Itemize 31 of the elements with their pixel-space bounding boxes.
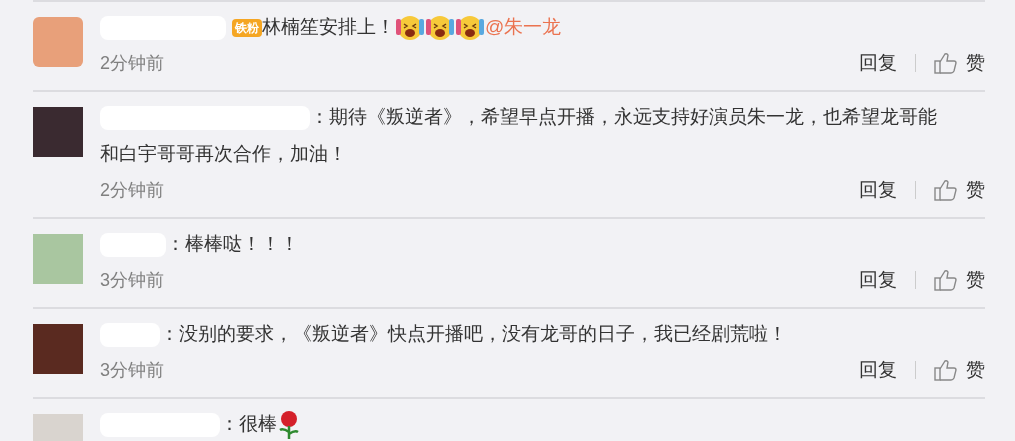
timestamp: 3分钟前 (100, 358, 164, 382)
reply-button[interactable]: 回复 (859, 48, 897, 78)
comment-text: ：没别的要求，《叛逆者》快点开播吧，没有龙哥的日子，我已经剧荒啦！ (160, 323, 787, 344)
reply-button[interactable]: 回复 (859, 355, 897, 385)
like-button[interactable]: 赞 (934, 48, 985, 78)
like-button[interactable]: 赞 (934, 265, 985, 295)
avatar-photo-placeholder[interactable] (33, 107, 83, 157)
reply-button[interactable]: 回复 (859, 265, 897, 295)
thumbs-up-icon (934, 52, 958, 74)
cartoon-avatar[interactable] (33, 17, 83, 67)
timestamp: 3分钟前 (100, 268, 164, 292)
laughing-emoji-icon (455, 13, 485, 43)
avatar-photo-placeholder[interactable] (33, 324, 83, 374)
like-button[interactable]: 赞 (934, 355, 985, 385)
like-button[interactable]: 赞 (934, 175, 985, 205)
thumbs-up-icon (934, 179, 958, 201)
timestamp: 2分钟前 (100, 51, 164, 75)
fan-badge: 铁粉 (232, 19, 262, 37)
comment-text: ：很棒 (220, 413, 277, 434)
rose-emoji-icon (277, 410, 301, 440)
laughing-emoji-icon (425, 13, 455, 43)
reply-button[interactable]: 回复 (859, 175, 897, 205)
comment-text: ：期待《叛逆者》，希望早点开播，永远支持好演员朱一龙，也希望龙哥能 (310, 106, 937, 127)
timestamp: 2分钟前 (100, 178, 164, 202)
thumbs-up-icon (934, 269, 958, 291)
comment-text: 林楠笙安排上！ (262, 16, 395, 37)
avatar-photo-placeholder[interactable] (33, 234, 83, 284)
thumbs-up-icon (934, 359, 958, 381)
laughing-emoji-icon (395, 13, 425, 43)
comment-text: 和白宇哥哥再次合作，加油！ (100, 143, 347, 164)
comment-text: ：棒棒哒！！！ (166, 233, 299, 254)
